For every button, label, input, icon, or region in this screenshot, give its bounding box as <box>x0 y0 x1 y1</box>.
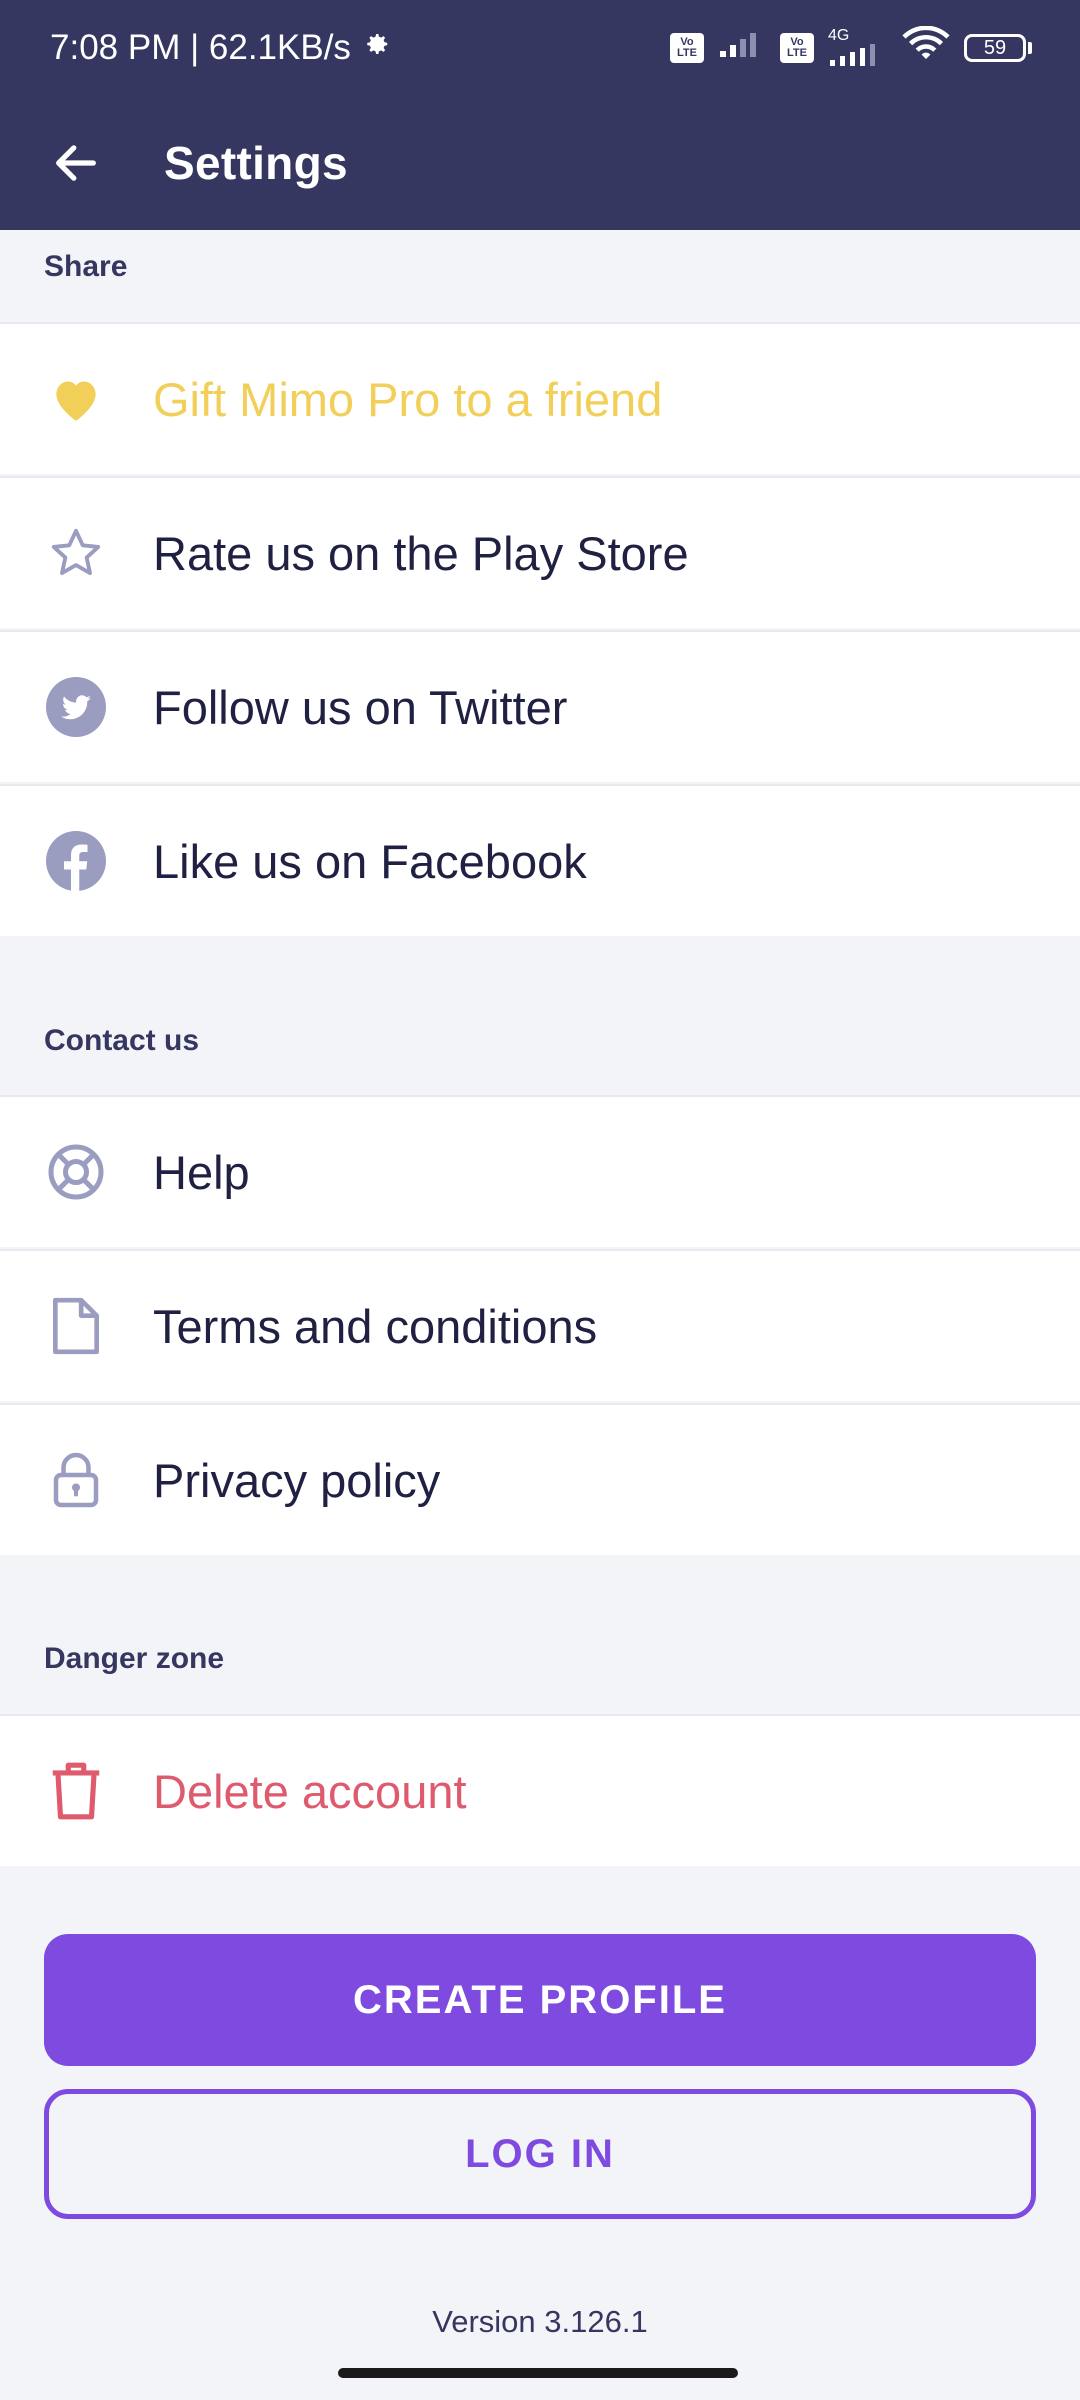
log-in-button[interactable]: LOG IN <box>44 2089 1036 2219</box>
volte-icon: Vo LTE <box>670 33 704 63</box>
rate-play-store-label: Rate us on the Play Store <box>153 526 689 580</box>
network-type-label: 4G <box>828 27 850 44</box>
wifi-icon <box>902 25 950 71</box>
trash-icon <box>46 1761 106 1821</box>
facebook-icon <box>46 831 106 891</box>
like-facebook-label: Like us on Facebook <box>153 834 587 888</box>
delete-account-item[interactable]: Delete account <box>0 1714 1080 1866</box>
signal-4g-icon: 4G <box>828 28 888 68</box>
terms-item[interactable]: Terms and conditions <box>0 1249 1080 1401</box>
settings-gear-icon <box>361 28 391 68</box>
app-bar: Settings <box>0 96 1080 230</box>
follow-twitter-item[interactable]: Follow us on Twitter <box>0 630 1080 782</box>
status-bar: 7:08 PM | 62.1KB/s Vo LTE Vo LTE 4G 59 <box>0 0 1080 96</box>
rate-play-store-item[interactable]: Rate us on the Play Store <box>0 476 1080 628</box>
home-indicator[interactable] <box>338 2368 738 2378</box>
battery-level: 59 <box>964 34 1026 62</box>
privacy-label: Privacy policy <box>153 1453 441 1507</box>
star-icon <box>46 523 106 583</box>
back-button[interactable] <box>36 123 116 203</box>
status-time: 7:08 PM | 62.1KB/s <box>50 28 351 67</box>
section-header-share: Share <box>44 250 128 283</box>
lock-icon <box>46 1450 106 1510</box>
privacy-item[interactable]: Privacy policy <box>0 1403 1080 1555</box>
heart-icon <box>46 369 106 429</box>
volte-icon-2: Vo LTE <box>780 33 814 63</box>
version-text: Version 3.126.1 <box>432 2304 648 2339</box>
gift-pro-label: Gift Mimo Pro to a friend <box>153 372 663 426</box>
lifebuoy-icon <box>46 1142 106 1202</box>
section-header-contact: Contact us <box>44 1024 200 1057</box>
follow-twitter-label: Follow us on Twitter <box>153 680 568 734</box>
signal-icon <box>718 28 766 68</box>
help-item[interactable]: Help <box>0 1095 1080 1247</box>
terms-label: Terms and conditions <box>153 1299 598 1353</box>
arrow-left-icon <box>56 145 96 181</box>
status-left: 7:08 PM | 62.1KB/s <box>50 28 391 68</box>
help-label: Help <box>153 1145 250 1199</box>
status-right: Vo LTE Vo LTE 4G 59 <box>670 25 1032 71</box>
like-facebook-item[interactable]: Like us on Facebook <box>0 784 1080 936</box>
document-icon <box>46 1296 106 1356</box>
delete-account-label: Delete account <box>153 1764 467 1818</box>
page-title: Settings <box>164 137 348 189</box>
create-profile-button[interactable]: CREATE PROFILE <box>44 1934 1036 2066</box>
section-header-danger: Danger zone <box>44 1642 225 1675</box>
battery-icon: 59 <box>964 34 1032 62</box>
twitter-icon <box>46 677 106 737</box>
gift-pro-item[interactable]: Gift Mimo Pro to a friend <box>0 322 1080 474</box>
